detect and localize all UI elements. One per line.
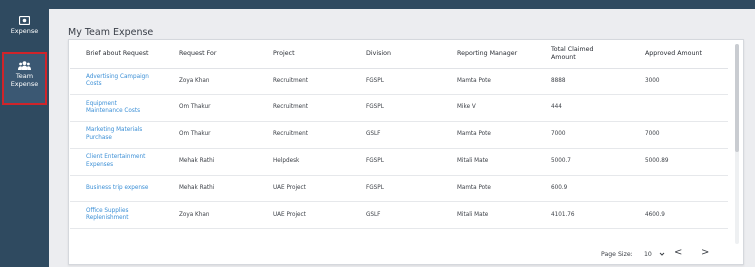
cell-division: FGSPL (366, 94, 457, 123)
pagination-bar: Page Size: 10 < > (67, 244, 743, 264)
cell-request-for: Mehak Rathi (179, 175, 273, 203)
table-row[interactable]: Advertising Campaign Costs Zoya Khan Recru… (70, 68, 728, 96)
sidebar-item-label: Expense (10, 27, 39, 35)
cell-project: Helpdesk (273, 148, 366, 176)
expense-table-card: Brief about Request Request For Project … (68, 39, 744, 265)
table-row[interactable]: Client Entertainment Expenses Mehak Rathi… (70, 148, 728, 176)
table-row[interactable]: Equipment Maintenance Costs Om Thakur Recr… (70, 94, 728, 123)
cell-project: UAE Project (273, 175, 366, 203)
cell-division: FGSPL (366, 148, 457, 176)
cell-total-claimed: 600.9 (551, 175, 645, 203)
cell-total-claimed: 7000 (551, 121, 645, 149)
cell-project: UAE Project (273, 201, 366, 230)
sidebar: Expense Team Expense (0, 9, 49, 267)
column-header-brief[interactable]: Brief about Request (70, 41, 179, 69)
cell-division: FGSPL (366, 68, 457, 96)
cell-total-claimed: 4101.76 (551, 201, 645, 230)
cell-division: GSLF (366, 121, 457, 149)
expense-table: Brief about Request Request For Project … (70, 41, 728, 230)
next-page-button[interactable]: > (701, 247, 709, 258)
cell-brief[interactable]: Client Entertainment Expenses (70, 148, 179, 176)
vertical-scrollbar[interactable] (735, 44, 739, 244)
cell-reporting-manager: Mamta Pote (457, 121, 551, 149)
top-bar (0, 0, 755, 9)
cell-request-for: Om Thakur (179, 121, 273, 149)
money-icon (19, 16, 30, 25)
cell-total-claimed: 444 (551, 94, 645, 123)
column-header-request-for[interactable]: Request For (179, 41, 273, 69)
cell-brief[interactable]: Equipment Maintenance Costs (70, 94, 179, 123)
scrollbar-thumb[interactable] (735, 44, 739, 152)
column-header-division[interactable]: Division (366, 41, 457, 69)
cell-brief[interactable]: Business trip expense (70, 175, 179, 203)
cell-division: FGSPL (366, 175, 457, 203)
cell-reporting-manager: Mike V (457, 94, 551, 123)
table-row[interactable]: Marketing Materials Purchase Om Thakur Rec… (70, 121, 728, 149)
cell-approved-amount: 7000 (645, 121, 728, 149)
cell-reporting-manager: Mamta Pote (457, 68, 551, 96)
cell-approved-amount: 5000.89 (645, 148, 728, 176)
cell-approved-amount: 3000 (645, 68, 728, 96)
column-header-project[interactable]: Project (273, 41, 366, 69)
cell-reporting-manager: Mitali Mate (457, 201, 551, 230)
main-content: My Team Expense Brief about Request Requ… (49, 9, 755, 267)
cell-request-for: Zoya Khan (179, 68, 273, 96)
cell-project: Recruitment (273, 94, 366, 123)
cell-request-for: Mehak Rathi (179, 148, 273, 176)
cell-total-claimed: 8888 (551, 68, 645, 96)
cell-approved-amount: 4600.9 (645, 201, 728, 230)
cell-project: Recruitment (273, 68, 366, 96)
cell-brief[interactable]: Marketing Materials Purchase (70, 121, 179, 149)
cell-approved-amount (645, 175, 728, 203)
table-row[interactable]: Business trip expense Mehak Rathi UAE Proj… (70, 175, 728, 203)
sidebar-item-expense[interactable]: Expense (0, 16, 49, 36)
cell-brief[interactable]: Office Supplies Replenishment (70, 201, 179, 230)
chevron-down-icon[interactable] (659, 251, 665, 257)
page-size-label: Page Size: (601, 251, 633, 258)
sidebar-item-team-expense[interactable]: Team Expense (2, 52, 47, 105)
previous-page-button[interactable]: < (674, 247, 682, 258)
page-size-select[interactable]: 10 (644, 251, 652, 258)
table-row[interactable]: Office Supplies Replenishment Zoya Khan UA… (70, 201, 728, 230)
cell-project: Recruitment (273, 121, 366, 149)
cell-total-claimed: 5000.7 (551, 148, 645, 176)
table-header-row: Brief about Request Request For Project … (70, 41, 728, 69)
cell-brief[interactable]: Advertising Campaign Costs (70, 68, 179, 96)
cell-request-for: Zoya Khan (179, 201, 273, 230)
cell-approved-amount (645, 94, 728, 123)
cell-request-for: Om Thakur (179, 94, 273, 123)
cell-reporting-manager: Mamta Pote (457, 175, 551, 203)
sidebar-item-label: Team Expense (10, 72, 39, 88)
page-title: My Team Expense (68, 27, 154, 38)
cell-reporting-manager: Mitali Mate (457, 148, 551, 176)
column-header-approved-amount[interactable]: Approved Amount (645, 41, 728, 69)
column-header-total-claimed[interactable]: Total Claimed Amount (551, 41, 645, 69)
column-header-reporting-manager[interactable]: Reporting Manager (457, 41, 551, 69)
cell-division: GSLF (366, 201, 457, 230)
team-icon (18, 61, 31, 70)
